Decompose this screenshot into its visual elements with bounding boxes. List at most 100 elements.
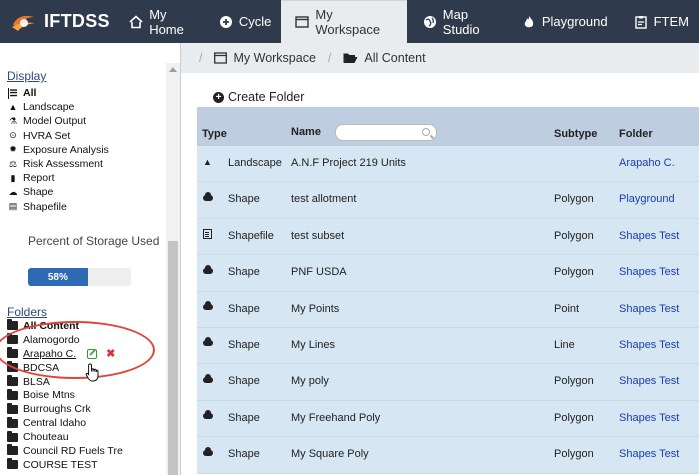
table-row[interactable]: Shape My Square Poly Polygon Shapes Test [197, 437, 699, 474]
nav-label: Map Studio [442, 6, 480, 37]
breadcrumb-separator: / [199, 51, 203, 65]
breadcrumb-my-workspace[interactable]: My Workspace [233, 51, 315, 65]
table-row[interactable]: Shape My Freehand Poly Polygon Shapes Te… [197, 400, 699, 438]
display-section-title[interactable]: Display [7, 69, 46, 83]
display-item-exposure-analysis[interactable]: ✹ Exposure Analysis [8, 143, 109, 157]
folder-item-burroughs-crk[interactable]: Burroughs Crk [7, 402, 123, 416]
cell-type: Shape [228, 411, 260, 424]
column-header-type[interactable]: Type [202, 128, 227, 140]
display-item-label: Exposure Analysis [23, 143, 109, 156]
folder-icon [7, 375, 18, 386]
table-row[interactable]: Shape My Points Point Shapes Test [197, 291, 699, 328]
cell-folder-link[interactable]: Playground [619, 193, 675, 205]
nav-label: My Workspace [315, 7, 381, 37]
cell-folder-link[interactable]: Shapes Test [619, 339, 679, 351]
breadcrumb-all-content[interactable]: All Content [364, 51, 425, 65]
cell-folder-link[interactable]: Shapes Test [619, 303, 679, 315]
main-content: / My Workspace / All Content + Create Fo… [181, 43, 699, 475]
display-item-landscape[interactable]: ▲ Landscape [8, 100, 109, 114]
cloud-icon [202, 191, 213, 203]
nav-label: Playground [541, 14, 608, 29]
cell-type: Shapefile [228, 229, 274, 242]
folders-section-title[interactable]: Folders [7, 305, 47, 319]
folder-item-course-test[interactable]: COURSE TEST [7, 458, 123, 472]
cloud-icon: ☁ [8, 186, 18, 197]
folder-item-chouteau[interactable]: Chouteau [7, 430, 123, 444]
table-row[interactable]: ▲ Landscape A.N.F Project 219 Units Arap… [197, 146, 699, 183]
folder-item-council-rd[interactable]: Council RD Fuels Tre [7, 444, 123, 458]
table-row[interactable]: Shape test allotment Polygon Playground [197, 182, 699, 219]
name-search-input[interactable] [335, 124, 437, 141]
cell-name: My Freehand Poly [291, 411, 381, 424]
cycle-icon [219, 15, 233, 29]
storage-progress-fill: 58% [28, 268, 88, 286]
brand-name: IFTDSS [44, 11, 110, 31]
scrollbar-thumb[interactable] [168, 241, 178, 475]
tree-icon: ▲ [8, 102, 18, 113]
display-item-all[interactable]: ☰ All [8, 86, 109, 100]
folder-item-boise-mtns[interactable]: Boise Mtns [7, 388, 123, 402]
column-header-subtype[interactable]: Subtype [554, 128, 597, 140]
balance-icon: ⚖ [8, 158, 18, 169]
cell-subtype: Point [554, 302, 580, 315]
cell-type: Shape [228, 193, 260, 206]
nav-playground[interactable]: Playground [512, 0, 618, 43]
bar-chart-icon: ▮ [10, 172, 16, 183]
table-row[interactable]: Shape My Lines Line Shapes Test [197, 327, 699, 365]
folder-item-central-idaho[interactable]: Central Idaho [7, 416, 123, 430]
create-folder-button[interactable]: + Create Folder [213, 90, 304, 104]
cell-subtype: Polygon [554, 411, 594, 424]
file-icon: ▤ [8, 201, 18, 212]
display-item-shapefile[interactable]: ▤ Shapefile [8, 200, 109, 214]
scroll-up-icon[interactable] [169, 67, 177, 72]
table-row[interactable]: Shape PNF USDA Polygon Shapes Test [197, 255, 699, 292]
column-header-name[interactable]: Name [291, 126, 321, 138]
nav-ftem[interactable]: FTEM [624, 0, 699, 43]
cloud-icon [202, 410, 213, 422]
folder-icon [7, 444, 18, 456]
nav-map-studio[interactable]: Map Studio [413, 0, 512, 43]
gear-icon: ✹ [9, 144, 17, 155]
cell-folder-link[interactable]: Shapes Test [619, 375, 679, 387]
nav-cycle[interactable]: Cycle [209, 0, 282, 43]
cell-name: test subset [291, 229, 345, 242]
map-marker-icon: ⊙ [9, 130, 17, 141]
column-header-folder[interactable]: Folder [619, 128, 653, 140]
breadcrumb: / My Workspace / All Content [181, 43, 699, 73]
cell-folder-link[interactable]: Shapes Test [619, 230, 679, 242]
cell-folder-link[interactable]: Shapes Test [619, 266, 679, 278]
display-item-shape[interactable]: ☁ Shape [8, 185, 109, 199]
home-icon [129, 14, 143, 29]
display-item-label: All [23, 87, 37, 100]
cloud-icon [202, 373, 213, 385]
cell-folder-link[interactable]: Shapes Test [619, 448, 679, 460]
cell-name: A.N.F Project 219 Units [291, 157, 406, 169]
cell-type: Shape [228, 266, 260, 279]
table-row[interactable]: Shape My poly Polygon Shapes Test [197, 364, 699, 401]
folder-label: Chouteau [23, 431, 69, 444]
display-item-risk-assessment[interactable]: ⚖ Risk Assessment [8, 157, 109, 171]
display-item-label: HVRA Set [23, 129, 71, 142]
display-item-hvra-set[interactable]: ⊙ HVRA Set [8, 129, 109, 143]
cell-folder-link[interactable]: Arapaho C. [619, 157, 675, 169]
display-filter-list: ☰ All ▲ Landscape ⚗ Model Output ⊙ HVRA … [8, 86, 109, 214]
cell-type: Shape [228, 302, 260, 315]
table-row[interactable]: Shapefile test subset Polygon Shapes Tes… [197, 218, 699, 256]
cell-type: Landscape [228, 157, 282, 169]
display-item-label: Risk Assessment [23, 158, 103, 171]
folder-icon [7, 402, 18, 414]
storage-label: Percent of Storage Used [28, 234, 160, 248]
brand[interactable]: IFTDSS [0, 0, 113, 43]
cell-name: My Square Poly [291, 448, 369, 461]
top-nav: IFTDSS My Home Cycle My Workspace Map St… [0, 0, 699, 43]
display-item-report[interactable]: ▮ Report [8, 171, 109, 185]
folder-open-icon [343, 52, 358, 64]
nav-my-home[interactable]: My Home [119, 0, 209, 43]
display-item-model-output[interactable]: ⚗ Model Output [8, 114, 109, 128]
nav-my-workspace[interactable]: My Workspace [281, 0, 407, 43]
sidebar-scrollbar[interactable] [166, 63, 180, 475]
tree-icon: ▲ [203, 156, 212, 167]
table-header: Type Name Subtype Folder [197, 107, 699, 146]
cell-folder-link[interactable]: Shapes Test [619, 412, 679, 424]
file-icon [202, 229, 213, 240]
